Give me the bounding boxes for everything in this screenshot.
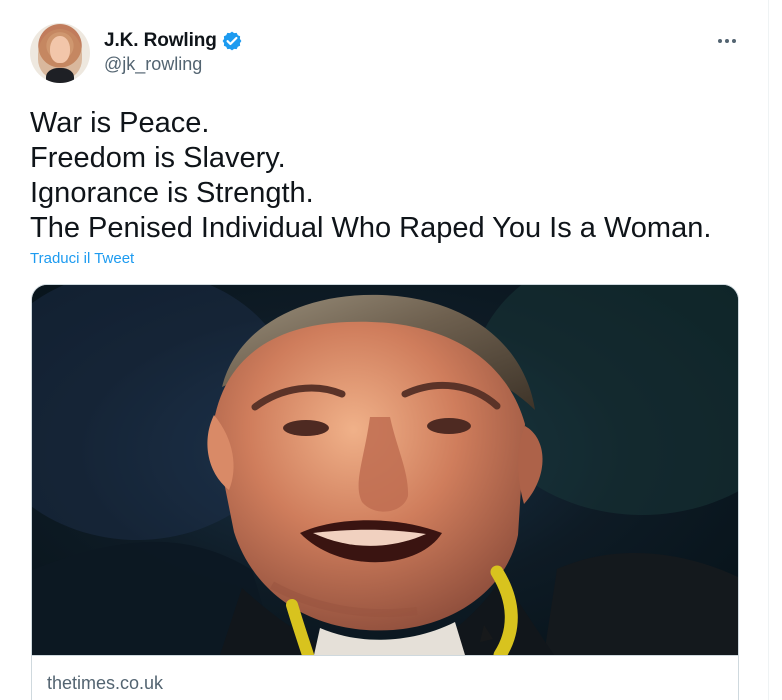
tweet-text-line: Ignorance is Strength.	[30, 177, 314, 209]
more-dot-icon	[718, 39, 722, 43]
more-options-icon[interactable]	[713, 30, 741, 52]
verified-badge-icon	[221, 30, 243, 52]
more-dot-icon	[732, 39, 736, 43]
avatar-face	[50, 36, 70, 63]
tweet-text-line: Freedom is Slavery.	[30, 142, 286, 174]
tweet-text: War is Peace. Freedom is Slavery. Ignora…	[30, 106, 740, 246]
more-dot-icon	[725, 39, 729, 43]
man-speaking-photo	[32, 285, 738, 655]
link-preview-image[interactable]	[32, 285, 738, 655]
tweet-text-line: The Penised Individual Who Raped You Is …	[30, 212, 712, 244]
link-preview-domain[interactable]: thetimes.co.uk	[47, 673, 163, 694]
author-name-row[interactable]: J.K. Rowling	[104, 30, 243, 52]
author-handle[interactable]: @jk_rowling	[104, 54, 202, 75]
avatar-clothing	[46, 68, 74, 83]
translate-tweet-link[interactable]: Traduci il Tweet	[30, 250, 134, 267]
tweet-text-line: War is Peace.	[30, 107, 210, 139]
author-display-name[interactable]: J.K. Rowling	[104, 30, 217, 52]
card-divider	[32, 655, 738, 656]
author-avatar[interactable]	[30, 23, 90, 83]
link-preview-card[interactable]: thetimes.co.uk	[31, 284, 739, 700]
tweet-card: J.K. Rowling @jk_rowling War is Peace. F…	[0, 0, 769, 700]
